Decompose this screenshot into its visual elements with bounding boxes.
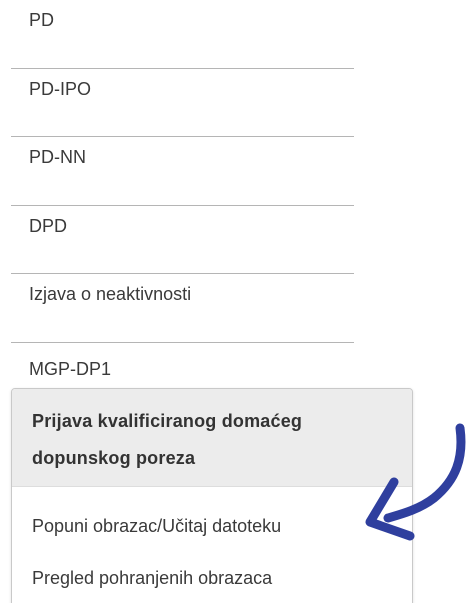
menu-item-label: PD-NN <box>29 147 86 167</box>
menu-item-label: MGP-DP1 <box>29 358 112 379</box>
menu-item-izjava-o-neaktivnosti[interactable]: Izjava o neaktivnosti <box>11 274 354 343</box>
form-menu-list: PD PD-IPO PD-NN DPD Izjava o neaktivnost… <box>11 0 354 403</box>
dropdown-title: Prijava kvalificiranog domaćeg dopunskog… <box>32 411 303 468</box>
dropdown-menu: Prijava kvalificiranog domaćeg dopunskog… <box>11 388 413 603</box>
menu-item-pd-nn[interactable]: PD-NN <box>11 137 354 206</box>
menu-item-label: DPD <box>29 215 68 236</box>
arrow-shaft <box>383 423 466 523</box>
menu-item-label: PD <box>29 10 55 30</box>
dropdown-option-saved-forms[interactable]: Pregled pohranjenih obrazaca <box>32 567 272 589</box>
dropdown-option-fill-form[interactable]: Popuni obrazac/Učitaj datoteku <box>32 515 281 537</box>
menu-item-label: PD-IPO <box>29 78 92 99</box>
menu-item-pd[interactable]: PD <box>11 0 354 69</box>
menu-item-label: Izjava o neaktivnosti <box>29 284 192 304</box>
page: PD PD-IPO PD-NN DPD Izjava o neaktivnost… <box>0 0 468 603</box>
menu-item-pd-ipo[interactable]: PD-IPO <box>11 69 354 137</box>
dropdown-header[interactable]: Prijava kvalificiranog domaćeg dopunskog… <box>12 389 412 487</box>
curved-arrow-icon <box>365 423 466 541</box>
menu-item-dpd[interactable]: DPD <box>11 206 354 274</box>
